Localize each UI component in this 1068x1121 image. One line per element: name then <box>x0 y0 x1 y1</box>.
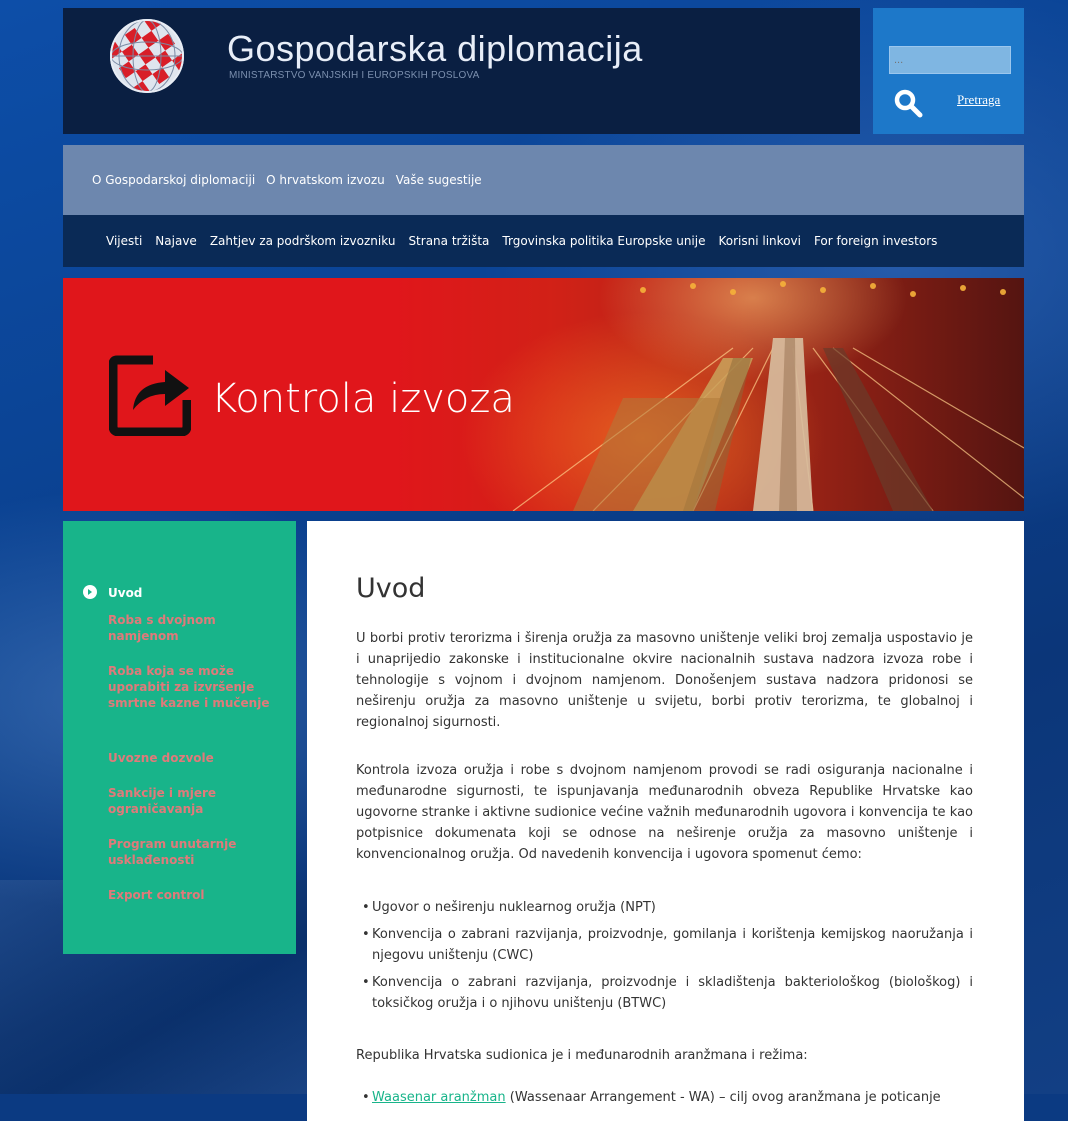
sidebar-item-export-control[interactable]: Export control <box>108 887 278 903</box>
nav-item-o-hrvatskom-izvozu[interactable]: O hrvatskom izvozu <box>266 173 385 187</box>
secondary-nav: Vijesti Najave Zahtjev za podrškom izvoz… <box>63 215 1024 267</box>
nav-item-vase-sugestije[interactable]: Vaše sugestije <box>396 173 482 187</box>
sidebar-item-roba-smrtne-kazne[interactable]: Roba koja se može uporabiti za izvršenje… <box>108 663 278 711</box>
arrangements-paragraph: Republika Hrvatska sudionica je i međuna… <box>356 1048 808 1063</box>
list-item: Konvencija o zabrani razvijanja, proizvo… <box>356 924 973 966</box>
hero-banner: Kontrola izvoza <box>63 278 1024 511</box>
main-content: Uvod U borbi protiv terorizma i širenja … <box>307 521 1024 1121</box>
sidebar-item-roba-dvojnom-namjenom[interactable]: Roba s dvojnom namjenom <box>108 612 278 644</box>
list-item-text: (Wassenaar Arrangement - WA) – cilj ovog… <box>505 1090 941 1105</box>
list-item: Ugovor o neširenju nuklearnog oružja (NP… <box>356 897 973 918</box>
primary-nav: O Gospodarskoj diplomaciji O hrvatskom i… <box>63 145 1024 215</box>
nav-item-trgovinska-politika[interactable]: Trgovinska politika Europske unije <box>502 234 705 248</box>
search-icon[interactable] <box>893 88 923 118</box>
list-item: Konvencija o zabrani razvijanja, proizvo… <box>356 972 973 1014</box>
site-subtitle: MINISTARSTVO VANJSKIH I EUROPSKIH POSLOV… <box>229 70 480 81</box>
nav-item-o-gospodarskoj-diplomaciji[interactable]: O Gospodarskoj diplomaciji <box>92 173 255 187</box>
sidebar-item-sankcije[interactable]: Sankcije i mjere ograničavanja <box>108 785 278 817</box>
active-chevron-icon <box>83 585 97 599</box>
sidebar-item-program-uskladenosti[interactable]: Program unutarnje usklađenosti <box>108 836 278 868</box>
nav-item-foreign-investors[interactable]: For foreign investors <box>814 234 937 248</box>
sidebar-item-uvod[interactable]: Uvod <box>108 585 278 601</box>
arrangements-list: Waasenar aranžman (Wassenaar Arrangement… <box>356 1087 973 1114</box>
banner-title: Kontrola izvoza <box>211 376 515 422</box>
control-paragraph: Kontrola izvoza oružja i robe s dvojnom … <box>356 763 973 862</box>
search-input[interactable] <box>889 46 1011 74</box>
wassenaar-link[interactable]: Waasenar aranžman <box>372 1090 506 1105</box>
page-title: Uvod <box>356 573 426 604</box>
nav-item-vijesti[interactable]: Vijesti <box>106 234 142 248</box>
site-title[interactable]: Gospodarska diplomacija <box>227 28 643 70</box>
globe-logo-icon[interactable] <box>107 16 187 96</box>
intro-paragraph: U borbi protiv terorizma i širenja oružj… <box>356 631 973 730</box>
conventions-list: Ugovor o neširenju nuklearnog oružja (NP… <box>356 897 973 1020</box>
list-item: Waasenar aranžman (Wassenaar Arrangement… <box>356 1087 973 1108</box>
search-panel: Pretraga <box>873 8 1024 134</box>
nav-item-strana-trzista[interactable]: Strana tržišta <box>408 234 489 248</box>
sidebar-nav: Uvod Roba s dvojnom namjenom Roba koja s… <box>63 521 296 954</box>
nav-item-najave[interactable]: Najave <box>155 234 197 248</box>
search-link[interactable]: Pretraga <box>957 92 1000 108</box>
nav-item-zahtjev[interactable]: Zahtjev za podrškom izvozniku <box>210 234 396 248</box>
share-export-icon <box>109 355 191 436</box>
sidebar-item-uvozne-dozvole[interactable]: Uvozne dozvole <box>108 750 278 766</box>
nav-item-korisni-linkovi[interactable]: Korisni linkovi <box>718 234 800 248</box>
site-header: Gospodarska diplomacija MINISTARSTVO VAN… <box>63 8 860 134</box>
